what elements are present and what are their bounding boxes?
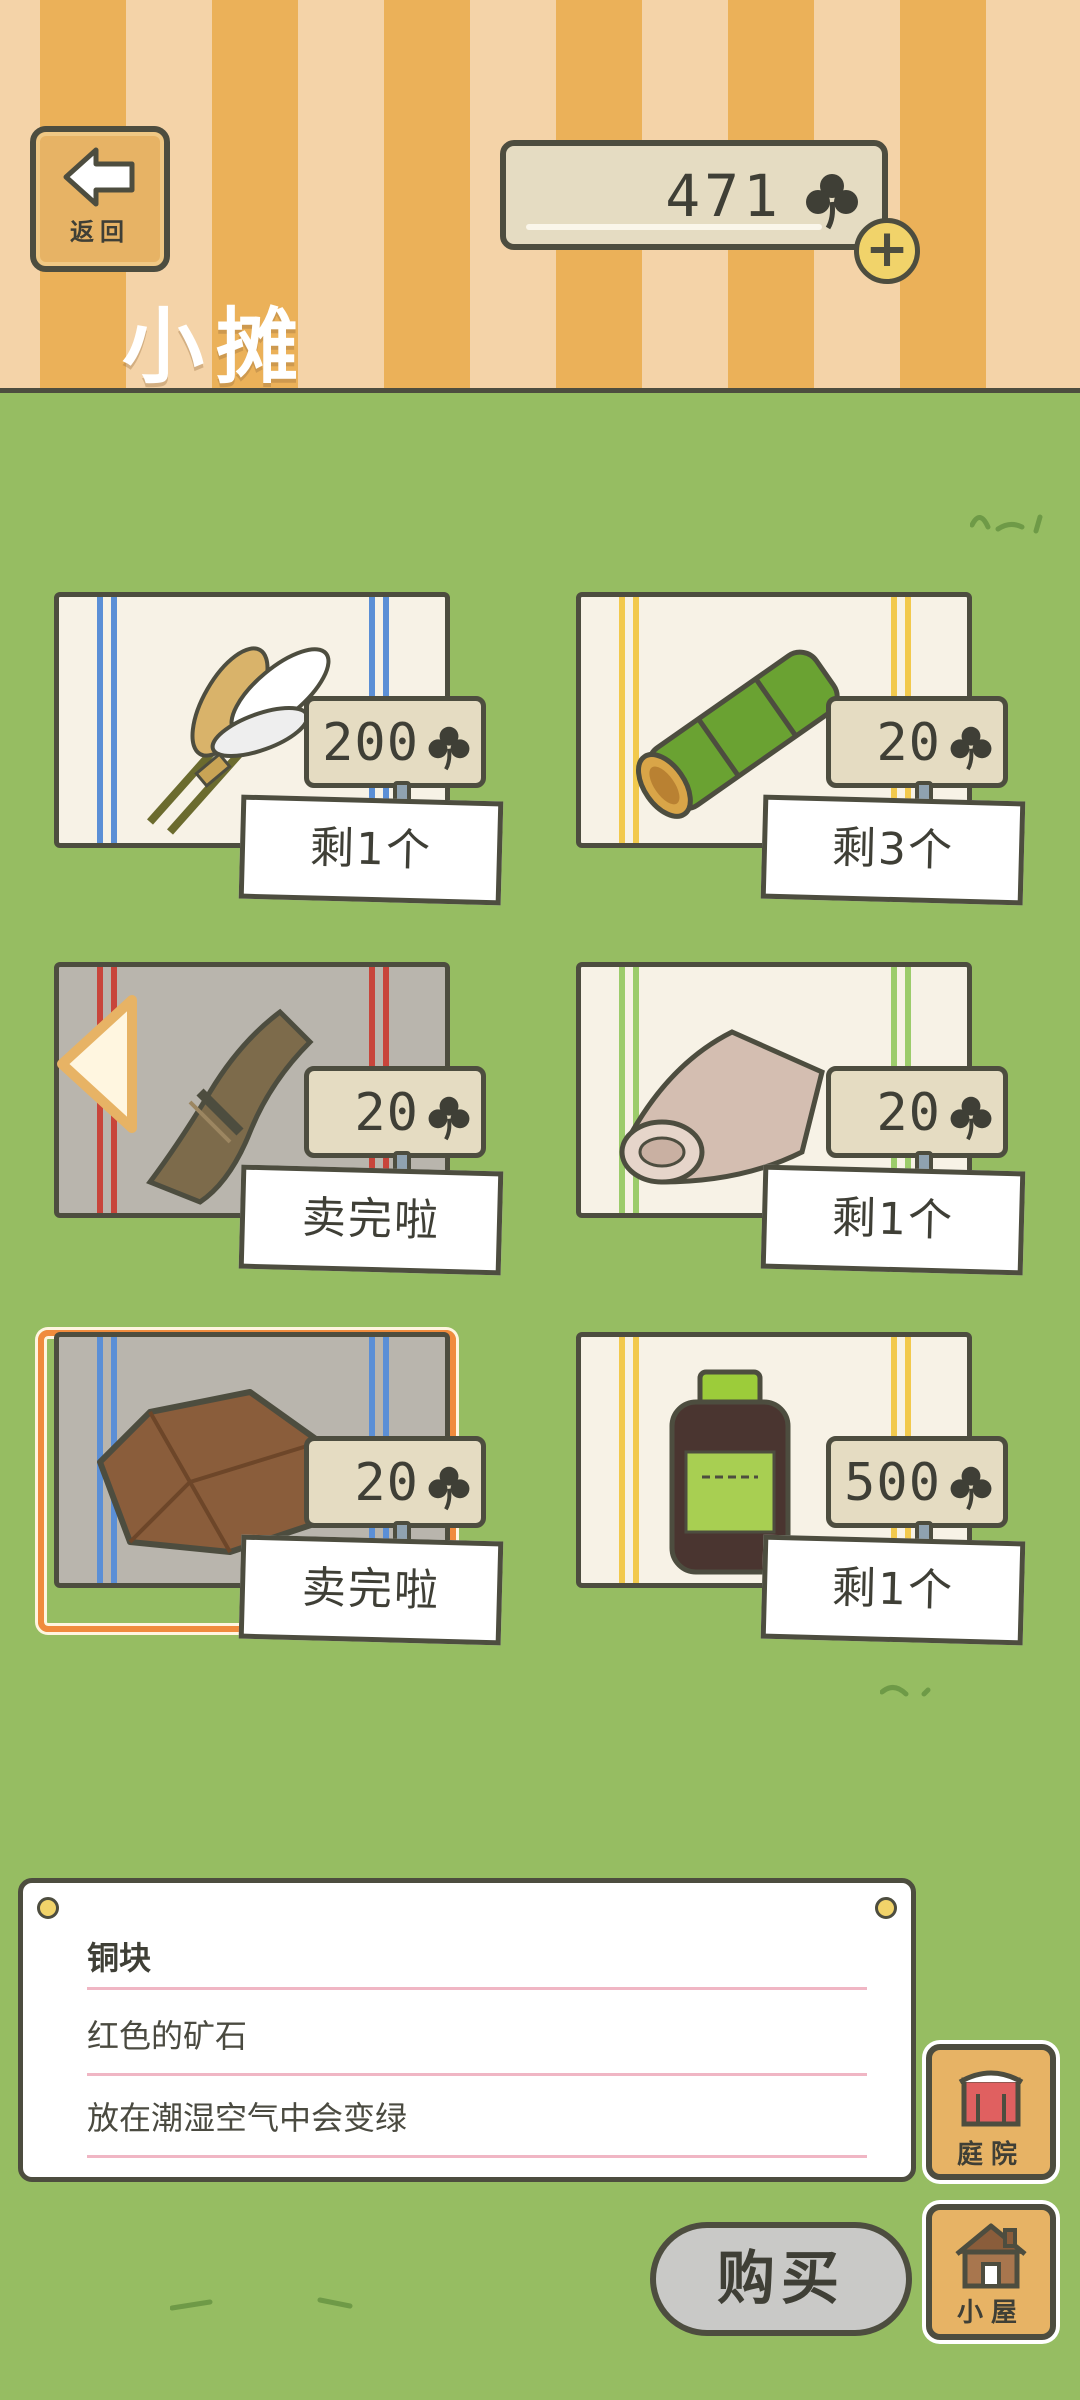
- pin-icon: [875, 1897, 897, 1919]
- price-tag: 20: [304, 1066, 486, 1177]
- buy-button[interactable]: 购买: [650, 2222, 912, 2336]
- clover-icon: [950, 1466, 992, 1511]
- add-coins-button[interactable]: +: [854, 218, 920, 284]
- price-tag: 500: [826, 1436, 1008, 1547]
- shop-item-card[interactable]: 20 剩3个: [562, 592, 1032, 912]
- coin-amount: 471: [665, 162, 782, 230]
- clover-icon: [428, 1466, 470, 1511]
- item-price: 500: [844, 1453, 941, 1513]
- price-tag: 20: [826, 696, 1008, 807]
- price-tag: 200: [304, 696, 486, 807]
- back-label: 返回: [70, 218, 130, 246]
- back-button[interactable]: 返回: [30, 126, 170, 272]
- yard-icon: [958, 2070, 1024, 2127]
- item-price: 20: [354, 1453, 419, 1513]
- item-price: 20: [876, 713, 941, 773]
- house-label: 小屋: [956, 2298, 1025, 2328]
- stock-label: 剩3个: [760, 794, 1026, 906]
- house-icon: [955, 2223, 1027, 2289]
- clover-icon: [428, 726, 470, 771]
- divider: [87, 2155, 867, 2158]
- shop-item-card[interactable]: 20 卖完啦: [40, 1332, 510, 1652]
- clover-icon: [806, 174, 858, 230]
- house-button[interactable]: 小屋: [926, 2204, 1056, 2340]
- clover-icon: [950, 726, 992, 771]
- item-description-line-1: 红色的矿石: [87, 2017, 248, 2055]
- stock-label: 剩1个: [238, 794, 504, 906]
- price-tag: 20: [826, 1066, 1008, 1177]
- grass-decor: [170, 2297, 353, 2311]
- shop-item-card[interactable]: 500 剩1个: [562, 1332, 1032, 1652]
- pin-icon: [37, 1897, 59, 1919]
- item-price: 20: [354, 1083, 419, 1143]
- grass-decor: [970, 514, 1043, 534]
- clover-icon: [950, 1096, 992, 1141]
- shop-item-card[interactable]: 20 剩1个: [562, 962, 1032, 1282]
- arrow-left-icon: [63, 147, 135, 207]
- stock-label: 卖完啦: [238, 1534, 504, 1646]
- item-description-panel: 铜块 红色的矿石 放在潮湿空气中会变绿: [18, 1878, 916, 2182]
- stock-label: 卖完啦: [238, 1164, 504, 1276]
- page-title: 小摊: [122, 300, 311, 395]
- shop-item-card[interactable]: 200 剩1个: [40, 592, 510, 912]
- header-bar: 返回 小摊 471 +: [0, 0, 1080, 395]
- stock-label: 剩1个: [760, 1164, 1026, 1276]
- stock-label: 剩1个: [760, 1534, 1026, 1646]
- divider: [87, 2073, 867, 2076]
- item-name: 铜块: [87, 1939, 152, 1977]
- coin-bar: [526, 224, 822, 230]
- item-description-line-2: 放在潮湿空气中会变绿: [87, 2099, 408, 2137]
- coin-counter: 471: [500, 140, 888, 250]
- clover-icon: [428, 1096, 470, 1141]
- item-price: 20: [876, 1083, 941, 1143]
- grass-decor: [880, 1685, 931, 1697]
- item-price: 200: [322, 713, 419, 773]
- prev-page-arrow-icon[interactable]: [52, 994, 142, 1134]
- yard-label: 庭院: [956, 2140, 1025, 2170]
- divider: [87, 1987, 867, 1990]
- yard-button[interactable]: 庭院: [926, 2044, 1056, 2180]
- price-tag: 20: [304, 1436, 486, 1547]
